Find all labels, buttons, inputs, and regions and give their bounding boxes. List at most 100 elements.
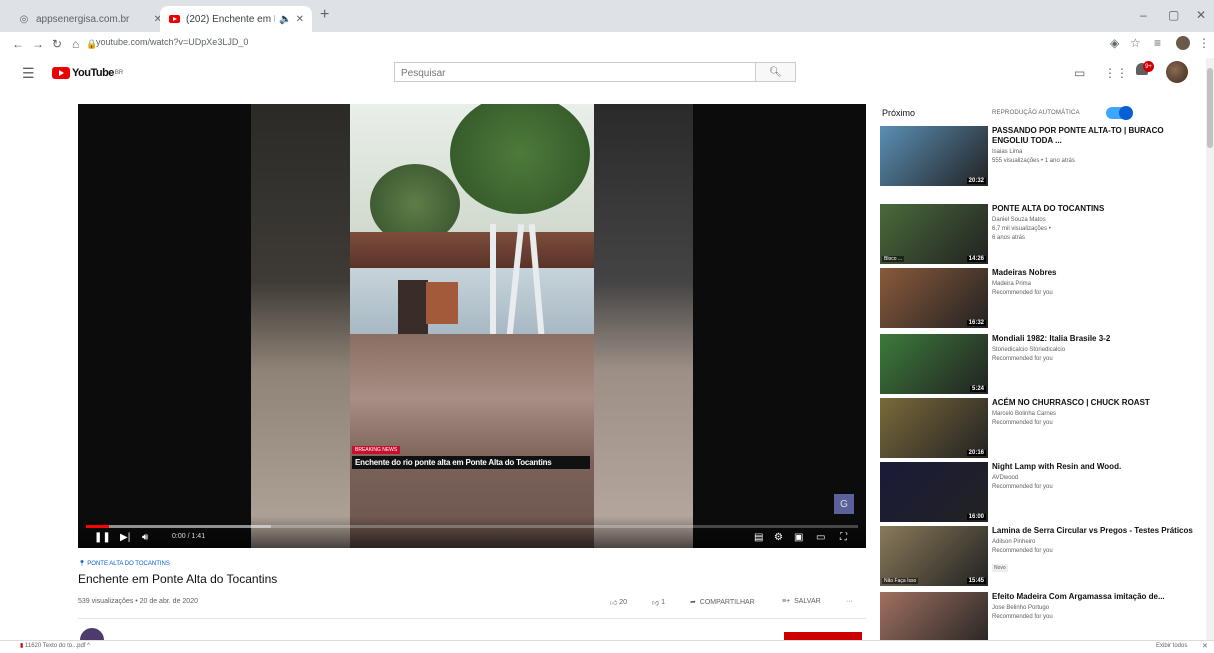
youtube-logo[interactable]: YouTube BR [52, 67, 123, 79]
blurred-background-left [251, 104, 351, 548]
tab-appsenergisa[interactable]: ◎ appsenergisa.com.br ✕ [10, 6, 170, 32]
page-scrollbar[interactable] [1206, 58, 1214, 640]
fullscreen-icon[interactable]: ⛶ [840, 532, 847, 543]
video-title: Enchente em Ponte Alta do Tocantins [78, 572, 278, 586]
address-bar-row: ← → ↻ ⌂ 🔒 youtube.com/watch?v=UDpXe3LJD_… [0, 32, 1214, 59]
channel-name[interactable]: Adilson Pinheiro [992, 538, 1200, 547]
hamburger-menu-icon[interactable]: ☰ [22, 65, 35, 82]
channel-name[interactable]: Marcelo Bolinha Carnes [992, 410, 1200, 419]
channel-name[interactable]: Madeira Prima [992, 280, 1200, 289]
up-next-title[interactable]: Madeiras Nobres [992, 268, 1200, 278]
search-input[interactable] [395, 64, 747, 83]
media-control-icon[interactable]: ≡ [1154, 36, 1161, 50]
share-button[interactable]: ➦ COMPARTILHAR [690, 598, 755, 607]
forward-icon[interactable]: → [32, 37, 44, 51]
video-thumbnail[interactable]: 20:16 [880, 398, 988, 458]
user-avatar[interactable] [1166, 61, 1188, 83]
up-next-item[interactable]: 16:32 Madeiras Nobres Madeira Prima Recomme… [880, 268, 1200, 328]
pause-icon[interactable]: ❚❚ [94, 532, 111, 543]
up-next-title[interactable]: ACÉM NO CHURRASCO | CHUCK ROAST [992, 398, 1200, 408]
scrollbar-thumb[interactable] [1207, 68, 1213, 148]
video-thumbnail[interactable]: Bloco ... 14:26 [880, 204, 988, 264]
save-button[interactable]: ≡+ SALVAR [782, 598, 821, 605]
playlist-add-icon: ≡+ [782, 598, 791, 605]
video-player[interactable]: BREAKING NEWS Enchente do rio ponte alta… [78, 104, 866, 548]
miniplayer-icon[interactable]: ▣ [794, 532, 803, 543]
video-thumbnail[interactable]: Não Faça Isso 15:45 [880, 526, 988, 586]
up-next-item[interactable]: Não Faça Isso 15:45 Lamina de Serra Circul… [880, 526, 1200, 586]
audio-icon[interactable]: 🔈 [279, 14, 291, 25]
new-tab-button[interactable]: + [320, 6, 329, 24]
menu-kebab-icon[interactable]: ⋮ [1198, 36, 1210, 50]
tab-title: (202) Enchente em Ponte Alt [186, 13, 275, 25]
dislike-count: 1 [661, 599, 665, 606]
create-video-icon[interactable]: ▭ [1074, 66, 1085, 80]
channel-name[interactable]: Jose Belinho Portugo [992, 604, 1200, 613]
theater-mode-icon[interactable]: ▭ [816, 532, 825, 543]
notifications-bell-icon[interactable]: 9+ [1136, 61, 1154, 79]
channel-name[interactable]: Daniel Souza Matos [992, 216, 1200, 225]
video-thumbnail[interactable]: 20:32 [880, 126, 988, 186]
profile-avatar[interactable] [1176, 36, 1190, 50]
search-box[interactable] [394, 62, 756, 83]
video-meta: Recommended for you [992, 614, 1053, 620]
breaking-news-tag: BREAKING NEWS [352, 446, 401, 454]
video-thumbnail[interactable]: 16:32 [880, 268, 988, 328]
back-icon[interactable]: ← [12, 37, 24, 51]
channel-name[interactable]: Storiedicalcio Storiedicalcio [992, 346, 1200, 355]
subtitles-icon[interactable]: ▤ [754, 532, 763, 543]
volume-icon[interactable]: 🔊︎ [142, 532, 148, 543]
maximize-button[interactable]: ▢ [1168, 8, 1179, 22]
up-next-item[interactable]: 16:00 Night Lamp with Resin and Wood. AVDw… [880, 462, 1200, 522]
up-next-title[interactable]: Night Lamp with Resin and Wood. [992, 462, 1200, 472]
close-window-button[interactable]: ✕ [1196, 8, 1206, 22]
duration-badge: 20:16 [966, 450, 986, 456]
url-field[interactable]: youtube.com/watch?v=UDpXe3LJD_0 [96, 37, 248, 47]
close-tab-icon[interactable]: ✕ [296, 14, 304, 25]
video-meta: Recommended for you [992, 290, 1053, 296]
next-icon[interactable]: ▶| [120, 532, 130, 543]
close-downloads-icon[interactable]: ✕ [1202, 642, 1208, 650]
more-actions-button[interactable]: ··· [846, 598, 853, 605]
video-thumbnail[interactable]: 16:00 [880, 462, 988, 522]
location-link[interactable]: 📍︎ PONTE ALTA DO TOCANTINS [78, 560, 170, 567]
minimize-button[interactable]: – [1140, 8, 1147, 22]
up-next-title[interactable]: Mondiali 1982: Italia Brasile 3-2 [992, 334, 1200, 344]
channel-name[interactable]: AVDwood [992, 474, 1200, 483]
video-meta: 539 visualizações • 20 de abr. de 2020 [78, 598, 198, 605]
up-next-item[interactable]: 20:16 ACÉM NO CHURRASCO | CHUCK ROAST Marc… [880, 398, 1200, 458]
new-badge: Novo [992, 564, 1008, 572]
tab-youtube[interactable]: (202) Enchente em Ponte Alt 🔈 ✕ [160, 6, 312, 32]
download-item[interactable]: ▮ 11620 Texto do to...pdf ^ [20, 642, 90, 649]
video-thumbnail[interactable]: 5:24 [880, 334, 988, 394]
channel-watermark-icon[interactable]: G [834, 494, 854, 514]
extension-icon[interactable]: ◈ [1110, 36, 1119, 50]
up-next-title[interactable]: PONTE ALTA DO TOCANTINS [992, 204, 1200, 214]
share-arrow-icon: ➦ [690, 599, 696, 606]
progress-bar[interactable] [86, 525, 858, 528]
up-next-title[interactable]: Lamina de Serra Circular vs Pregos - Tes… [992, 526, 1200, 536]
thumbnail-overlay-text: Bloco ... [882, 256, 905, 262]
video-meta: Recommended for you [992, 356, 1053, 362]
up-next-item[interactable]: 20:32 PASSANDO POR PONTE ALTA-TO | BURACO… [880, 126, 1200, 186]
settings-gear-icon[interactable]: ⚙ [774, 532, 783, 543]
video-meta: 6,7 mil visualizações • [992, 226, 1051, 232]
duration-badge: 5:24 [969, 386, 986, 392]
downloads-bar: ▮ 11620 Texto do to...pdf ^ Exibir todos… [0, 640, 1214, 653]
search-button[interactable]: 🔍︎ [756, 62, 796, 82]
channel-name[interactable]: Isaias Lima [992, 148, 1200, 157]
up-next-title[interactable]: PASSANDO POR PONTE ALTA-TO | BURACO ENGO… [992, 126, 1200, 146]
up-next-item[interactable]: Bloco ... 14:26 PONTE ALTA DO TOCANTINS Dan… [880, 204, 1200, 264]
dislike-button[interactable]: 👎︎ 1 [652, 598, 665, 607]
autoplay-toggle[interactable] [1106, 106, 1133, 120]
chevron-up-icon[interactable]: ^ [87, 643, 90, 649]
like-button[interactable]: 👍︎ 20 [610, 598, 627, 607]
reload-icon[interactable]: ↻ [52, 37, 62, 51]
logo-text: YouTube [72, 67, 114, 79]
up-next-title[interactable]: Efeito Madeira Com Argamassa imitação de… [992, 592, 1200, 602]
show-all-downloads[interactable]: Exibir todos [1156, 643, 1187, 649]
apps-grid-icon[interactable]: ⋮⋮ [1104, 66, 1128, 80]
up-next-item[interactable]: 5:24 Mondiali 1982: Italia Brasile 3-2 Sto… [880, 334, 1200, 394]
home-icon[interactable]: ⌂ [72, 37, 79, 51]
bookmark-star-icon[interactable]: ☆ [1130, 36, 1141, 50]
